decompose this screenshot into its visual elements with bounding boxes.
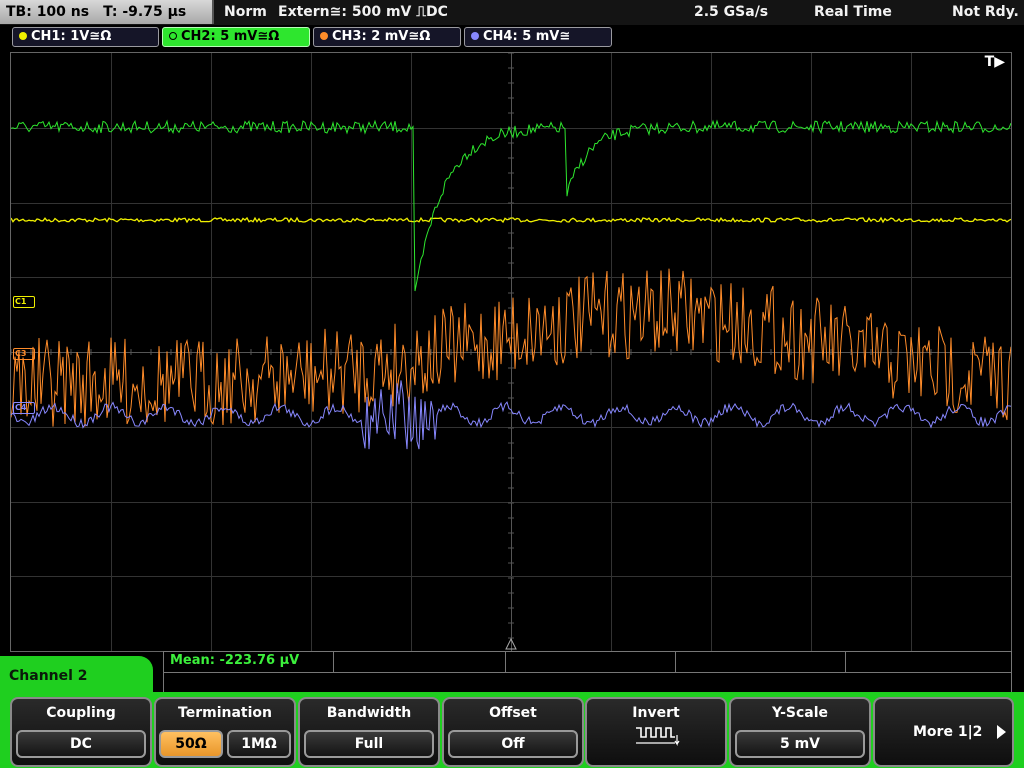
offset-button[interactable]: Off [448, 730, 578, 758]
yscale-softkey: Y-Scale 5 mV [729, 697, 871, 767]
channel-2-label: CH2: 5 mV≅Ω [181, 29, 280, 44]
channel-3-tab[interactable]: CH3: 2 mV≅Ω [313, 27, 461, 47]
coupling-softkey: Coupling DC [10, 697, 152, 767]
trigger-position-marker[interactable]: T▶ [985, 54, 1005, 70]
yscale-button[interactable]: 5 mV [735, 730, 865, 758]
more-softkey[interactable]: More 1|2 [873, 697, 1014, 767]
channel-4-label: CH4: 5 mV≅ [483, 29, 571, 44]
channel-3-label: CH3: 2 mV≅Ω [332, 29, 431, 44]
measurement-cell-2[interactable] [334, 652, 506, 672]
measurement-divider [164, 672, 1011, 673]
invert-softkey[interactable]: Invert [585, 697, 727, 767]
termination-title: Termination [178, 705, 272, 721]
measurement-bar: Mean: -223.76 µV [163, 651, 1012, 693]
channel-2-color-dot [169, 32, 177, 40]
more-label: More 1|2 [913, 724, 983, 740]
channel-1-label: CH1: 1V≅Ω [31, 29, 112, 44]
channel-3-level-marker[interactable]: C3 [13, 348, 35, 360]
status-bar: TB: 100 ns T: -9.75 µs Norm Extern≅: 500 … [0, 0, 1024, 25]
page-arrow-icon [997, 725, 1006, 739]
bandwidth-button[interactable]: Full [304, 730, 434, 758]
termination-1mohm-button[interactable]: 1MΩ [227, 730, 291, 758]
channel-4-color-dot [471, 32, 479, 40]
trigger-state: Not Rdy. [952, 4, 1019, 20]
timebase-box[interactable]: TB: 100 ns T: -9.75 µs [0, 0, 214, 24]
trigger-mode[interactable]: Norm [224, 0, 267, 24]
channel-3-color-dot [320, 32, 328, 40]
measurement-cell-3[interactable] [506, 652, 676, 672]
channel-1-color-dot [19, 32, 27, 40]
menu-title: Channel 2 [0, 656, 153, 696]
waveform-canvas [11, 53, 1011, 651]
channel-1-level-marker[interactable]: C1 [13, 296, 35, 308]
measurement-cell-4[interactable] [676, 652, 846, 672]
invert-waveform-icon [636, 727, 680, 746]
acquisition-mode[interactable]: Real Time [814, 0, 892, 24]
timebase-value: TB: 100 ns [6, 4, 90, 20]
termination-50ohm-button[interactable]: 50Ω [159, 730, 223, 758]
coupling-button[interactable]: DC [16, 730, 146, 758]
channel-4-level-marker[interactable]: C4 [13, 402, 35, 414]
offset-softkey: Offset Off [442, 697, 584, 767]
channel-tabs: CH1: 1V≅Ω CH2: 5 mV≅Ω CH3: 2 mV≅Ω CH4: 5… [0, 26, 1024, 48]
termination-softkey: Termination 50Ω 1MΩ [154, 697, 296, 767]
coupling-title: Coupling [46, 705, 116, 721]
sample-rate[interactable]: 2.5 GSa/s [694, 0, 768, 24]
bandwidth-softkey: Bandwidth Full [298, 697, 440, 767]
invert-title: Invert [632, 705, 680, 721]
yscale-title: Y-Scale [771, 705, 828, 721]
trigger-source[interactable]: Extern≅: 500 mV ⎍DC [278, 0, 448, 24]
bandwidth-title: Bandwidth [326, 705, 412, 721]
mean-measurement: Mean: -223.76 µV [170, 653, 300, 668]
channel-1-tab[interactable]: CH1: 1V≅Ω [12, 27, 159, 47]
offset-title: Offset [489, 705, 537, 721]
channel-2-tab[interactable]: CH2: 5 mV≅Ω [162, 27, 310, 47]
trigger-time-value: T: -9.75 µs [103, 4, 187, 20]
channel-4-tab[interactable]: CH4: 5 mV≅ [464, 27, 612, 47]
waveform-display[interactable]: T▶ C1 C3 C4 [10, 52, 1012, 652]
